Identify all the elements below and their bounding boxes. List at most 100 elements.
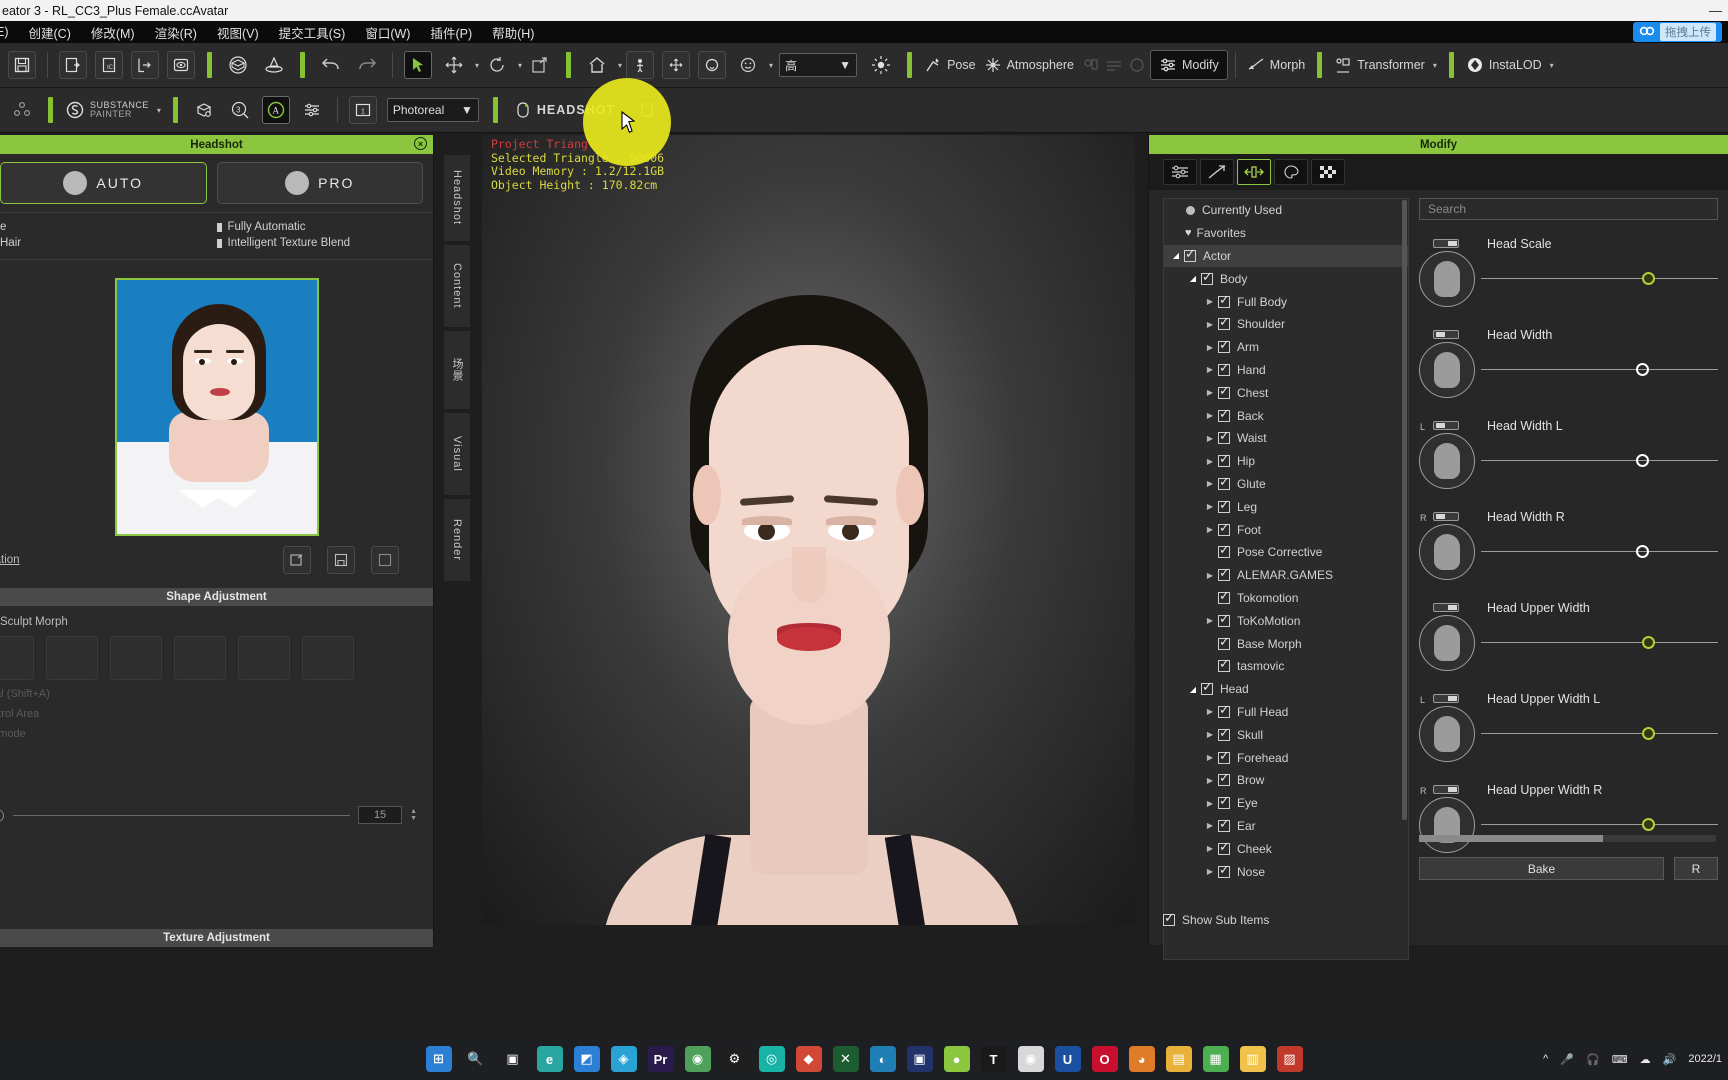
tree-item-ear[interactable]: ▶ Ear bbox=[1164, 815, 1408, 838]
chevron-down-icon[interactable]: ▼ bbox=[461, 103, 473, 117]
head-dial-icon[interactable] bbox=[1419, 342, 1475, 398]
head-dial-icon[interactable] bbox=[1419, 797, 1475, 853]
tree-checkbox[interactable] bbox=[1218, 588, 1230, 604]
chevron-right-icon[interactable]: ▶ bbox=[1202, 502, 1218, 511]
task-view-icon[interactable]: ▣ bbox=[500, 1046, 526, 1072]
tree-checkbox[interactable] bbox=[1218, 816, 1230, 832]
morph-button[interactable]: Morph bbox=[1243, 56, 1309, 74]
menu-item-0[interactable]: E) bbox=[0, 25, 19, 39]
slider-thumb[interactable] bbox=[1642, 727, 1656, 740]
spinner-icon[interactable]: ▲ ▼ bbox=[410, 808, 417, 822]
app-cyan-icon[interactable]: ◐ bbox=[869, 1046, 896, 1072]
chevron-right-icon[interactable]: ▶ bbox=[1202, 707, 1218, 716]
tree-item-leg[interactable]: ▶ Leg bbox=[1164, 495, 1408, 518]
substance-caret-icon[interactable]: ▾ bbox=[157, 106, 161, 115]
preparation-link[interactable]: paration bbox=[0, 554, 20, 566]
3d-viewport[interactable]: Project Triangle Selected Triangle : 500… bbox=[482, 135, 1135, 925]
chevron-right-icon[interactable]: ▶ bbox=[1202, 525, 1218, 534]
tree-checkbox[interactable] bbox=[1218, 611, 1230, 627]
slider-head-scale[interactable]: Head Scale bbox=[1419, 237, 1718, 311]
slider-toggle-pill[interactable] bbox=[1433, 512, 1459, 521]
viewport-side-tabs[interactable]: Headshot Content 场景 Visual Render bbox=[443, 154, 471, 699]
morph-tool-6[interactable] bbox=[302, 636, 354, 680]
chevron-down-icon[interactable]: ▼ bbox=[839, 58, 851, 72]
slider-head-width[interactable]: Head Width bbox=[1419, 328, 1718, 402]
edge-icon[interactable]: e bbox=[536, 1046, 563, 1072]
headshot-mode-auto[interactable]: AUTO bbox=[0, 162, 207, 204]
tab-material-icon[interactable] bbox=[1274, 159, 1308, 185]
menu-item-window[interactable]: 窗口(W) bbox=[355, 23, 420, 42]
chrome2-icon[interactable]: ◉ bbox=[1017, 1046, 1044, 1072]
morph-tool-4[interactable] bbox=[174, 636, 226, 680]
smart-gallery-icon[interactable] bbox=[190, 96, 218, 124]
slider-head-upper-width-l[interactable]: L Head Upper Width L bbox=[1419, 692, 1718, 766]
slider-track[interactable] bbox=[1481, 642, 1718, 643]
slider-track[interactable] bbox=[1481, 824, 1718, 825]
explorer-icon[interactable]: ▥ bbox=[1239, 1046, 1266, 1072]
chevron-right-icon[interactable]: ▶ bbox=[1202, 753, 1218, 762]
search-icon[interactable]: 🔍 bbox=[463, 1046, 489, 1072]
slider-head-width-r[interactable]: R Head Width R bbox=[1419, 510, 1718, 584]
tab-scale-icon[interactable] bbox=[1237, 159, 1271, 185]
tree-item-back[interactable]: ▶ Back bbox=[1164, 404, 1408, 427]
taskbar-icons[interactable]: ⊞ 🔍 ▣ e ◩ ◈ Pr ◉ ⚙ ◎ ◆ ✕ ◐ ▣ ● T ◉ U O ◕ ▤ ▦ ▥ ▨ bbox=[425, 1046, 1303, 1072]
tree-item-brow[interactable]: ▶ Brow bbox=[1164, 769, 1408, 792]
headphone-icon[interactable]: 🎧 bbox=[1586, 1053, 1600, 1066]
atmosphere-button[interactable]: Atmosphere bbox=[980, 56, 1078, 74]
tree-scrollbar[interactable] bbox=[1402, 200, 1407, 820]
show-sub-items-row[interactable]: Show Sub Items bbox=[1163, 910, 1269, 927]
accessory-icon[interactable]: A bbox=[261, 96, 290, 124]
tree-item-body[interactable]: ◢ Body bbox=[1164, 267, 1408, 290]
side-tab-visual[interactable]: Visual bbox=[443, 412, 471, 496]
headshot-option-left-2[interactable]: Hair bbox=[0, 237, 217, 249]
red-app-icon[interactable]: ▨ bbox=[1276, 1046, 1303, 1072]
tree-item-base-morph[interactable]: Base Morph bbox=[1164, 632, 1408, 655]
chevron-right-icon[interactable]: ▶ bbox=[1202, 776, 1218, 785]
window-controls[interactable]: — bbox=[1709, 0, 1722, 21]
chevron-right-icon[interactable]: ▶ bbox=[1202, 730, 1218, 739]
taskbar-clock[interactable]: 2022/1 bbox=[1688, 1053, 1722, 1065]
head-dial-icon[interactable] bbox=[1419, 433, 1475, 489]
slider-thumb[interactable] bbox=[1636, 545, 1650, 558]
tree-checkbox[interactable] bbox=[1218, 793, 1230, 810]
save-image-icon[interactable] bbox=[327, 546, 355, 574]
tree-checkbox[interactable] bbox=[1218, 862, 1230, 878]
slider-toggle-pill[interactable] bbox=[1433, 421, 1459, 430]
render-mode-dropdown[interactable]: Photoreal ▼ bbox=[386, 98, 479, 122]
chevron-right-icon[interactable]: ▶ bbox=[1202, 571, 1218, 580]
head-dial-icon[interactable] bbox=[1419, 615, 1475, 671]
premiere-icon[interactable]: Pr bbox=[647, 1046, 674, 1072]
morph-strength-slider[interactable]: ◯ 15 ▲▼ bbox=[0, 806, 417, 824]
headshot-option-right-2[interactable]: Intelligent Texture Blend bbox=[216, 237, 434, 249]
side-tab-render[interactable]: Render bbox=[443, 498, 471, 582]
tree-checkbox[interactable] bbox=[1218, 474, 1230, 490]
secondary-toolbar[interactable]: SUBSTANCE PAINTER ▾ 3 A 1 Photoreal ▼ HE… bbox=[0, 88, 1728, 133]
morph-tool-1[interactable] bbox=[0, 636, 34, 680]
tree-checkbox[interactable] bbox=[1218, 314, 1230, 331]
app-teal-icon[interactable]: ◈ bbox=[610, 1046, 637, 1072]
face-view-icon[interactable] bbox=[698, 51, 727, 79]
slider-track[interactable] bbox=[1481, 551, 1718, 552]
chevron-right-icon[interactable]: ▶ bbox=[1202, 479, 1218, 488]
head-dial-icon[interactable] bbox=[1419, 706, 1475, 762]
chevron-right-icon[interactable]: ▶ bbox=[1202, 297, 1218, 306]
instalod-button[interactable]: InstaLOD ▾ bbox=[1462, 56, 1558, 74]
head-dial-icon[interactable] bbox=[1419, 524, 1475, 580]
instalod-caret-icon[interactable]: ▾ bbox=[1550, 61, 1554, 70]
transformer-caret-icon[interactable]: ▾ bbox=[1433, 61, 1437, 70]
tree-item-tokomotion[interactable]: Tokomotion bbox=[1164, 587, 1408, 610]
light-icon[interactable] bbox=[867, 51, 895, 79]
tree-checkbox[interactable] bbox=[1218, 542, 1230, 559]
chevron-right-icon[interactable]: ▶ bbox=[1202, 320, 1218, 329]
morph-category-tree[interactable]: Currently Used ♥ Favorites ◢ Actor ◢ Body ▶ Full… bbox=[1163, 198, 1409, 960]
tree-item-shoulder[interactable]: ▶ Shoulder bbox=[1164, 313, 1408, 336]
fit-person-icon[interactable] bbox=[626, 51, 655, 79]
load-image-icon[interactable] bbox=[283, 546, 311, 574]
headshot-option-right-1[interactable]: Fully Automatic bbox=[216, 221, 434, 233]
save-icon[interactable] bbox=[8, 51, 36, 79]
chrome-icon[interactable]: ◉ bbox=[684, 1046, 711, 1072]
slider-track[interactable] bbox=[1481, 369, 1718, 370]
menu-bar[interactable]: E) 创建(C) 修改(M) 渲染(R) 视图(V) 提交工具(S) 窗口(W)… bbox=[0, 21, 1728, 43]
system-tray[interactable]: ^ 🎤 🎧 ⌨ ☁ 🔊 2022/1 bbox=[1543, 1053, 1722, 1066]
sculpt-morph-buttons[interactable] bbox=[0, 628, 417, 680]
